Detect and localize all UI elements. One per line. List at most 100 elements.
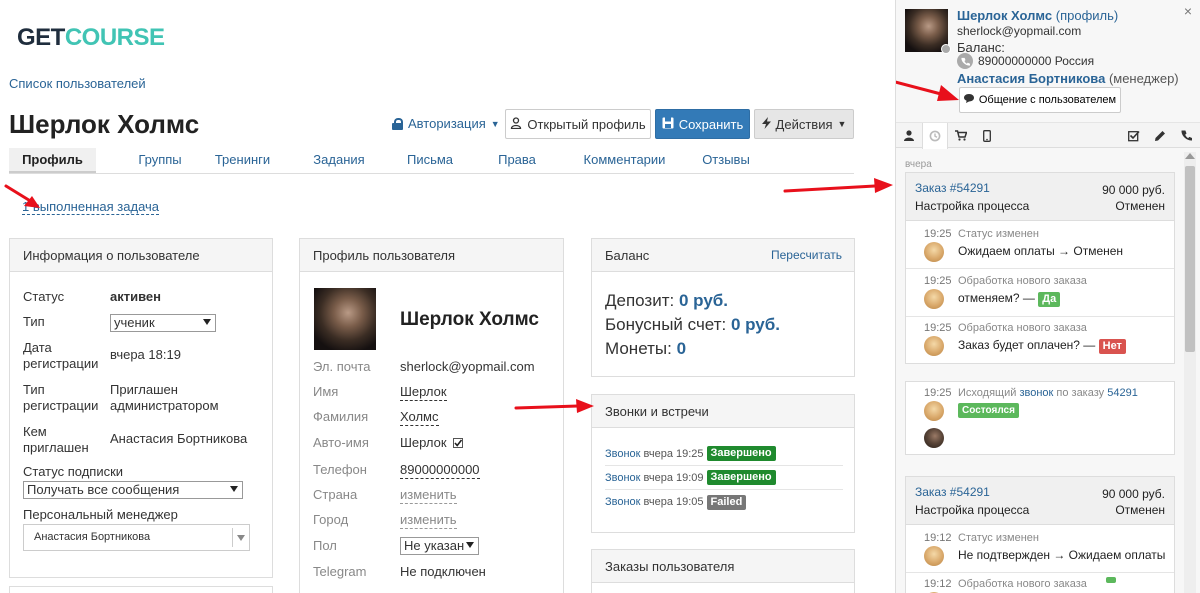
tab-comments[interactable]: Комментарии [576, 148, 673, 173]
call-timeline-card: 19:25 Исходящий звонок по заказу 54291 С… [905, 381, 1175, 455]
call-item: Звонок вчера 19:09 Завершено [605, 466, 843, 490]
user-info-panel: Информация о пользователе Статус активен… [9, 238, 273, 578]
call-link[interactable]: Звонок [605, 472, 641, 484]
call-link[interactable]: Звонок [605, 496, 641, 508]
getcourse-logo[interactable]: GETCOURSE [17, 24, 165, 52]
sidebar-tabs [896, 122, 1200, 149]
sidebar-profile-link[interactable]: (профиль) [1056, 8, 1118, 23]
timeline-event: 19:25 Обработка нового заказа отменяем? … [906, 270, 1174, 317]
sidebar-user-name[interactable]: Шерлок Холмс [957, 8, 1052, 23]
sidebar-tab-device[interactable] [974, 123, 1000, 148]
tab-rights[interactable]: Права [487, 148, 547, 173]
user-avatar [314, 288, 376, 350]
chat-icon [963, 94, 974, 106]
sidebar-scrollbar-thumb[interactable] [1185, 166, 1195, 352]
sidebar-tab-history[interactable] [922, 123, 948, 149]
recalculate-link[interactable]: Пересчитать [771, 239, 842, 272]
tab-groups[interactable]: Группы [115, 148, 205, 173]
answer-badge: Нет [1098, 339, 1126, 354]
calls-panel: Звонки и встречи Звонок вчера 19:25 Заве… [591, 394, 855, 533]
call-status-badge: Состоялся [958, 403, 1019, 418]
open-profile-button[interactable]: Открытый профиль [505, 109, 651, 139]
call-order-link[interactable]: 54291 [1107, 387, 1138, 399]
mobile-icon [983, 129, 991, 142]
status-badge: Failed [706, 494, 747, 510]
city-label: Город [313, 512, 349, 527]
calls-title: Звонки и встречи [592, 395, 854, 428]
phone-field[interactable]: 89000000000 [400, 462, 480, 479]
manager-avatar [924, 242, 944, 262]
subscription-label: Статус подписки [23, 464, 124, 479]
sidebar-tab-calls[interactable] [1173, 123, 1199, 148]
save-button[interactable]: Сохранить [655, 109, 750, 139]
close-sidebar-icon[interactable]: × [1184, 3, 1192, 19]
user-info-title: Информация о пользователе [10, 239, 272, 272]
auto-name-value: Шерлок [400, 435, 447, 450]
first-name-label: Имя [313, 384, 339, 399]
check-icon [453, 439, 462, 447]
call-link[interactable]: звонок [1019, 387, 1053, 399]
last-name-field[interactable]: Холмс [400, 409, 439, 426]
breadcrumb-users-list[interactable]: Список пользователей [9, 76, 146, 91]
tab-profile[interactable]: Профиль [9, 148, 96, 173]
country-change-link[interactable]: изменить [400, 487, 457, 504]
actions-dropdown-button[interactable]: Действия ▼ [754, 109, 854, 139]
manager-avatar [924, 336, 944, 356]
sidebar-manager-name[interactable]: Анастасия Бортникова [957, 71, 1105, 86]
user-icon [510, 116, 522, 132]
order-timeline-card: Заказ #54291 Настройка процесса 90 000 р… [905, 476, 1175, 593]
reg-type-value: Приглашен [110, 382, 178, 397]
first-name-field[interactable]: Шерлок [400, 384, 447, 401]
sidebar-manager-role: (менеджер) [1108, 71, 1179, 86]
tab-trainings[interactable]: Тренинги [205, 148, 280, 173]
answer-badge: Да [1038, 292, 1061, 307]
order-link[interactable]: Заказ #54291 [915, 485, 990, 499]
profile-tabs: Профиль Группы Тренинги Задания Письма П… [9, 148, 854, 174]
type-label: Тип [23, 314, 45, 329]
status-badge: Завершено [706, 470, 776, 485]
reg-date-label: Дата [23, 340, 52, 355]
gender-select[interactable]: Не указан [400, 537, 479, 555]
annotation-arrow-icon [896, 80, 959, 101]
scroll-up-icon[interactable] [1185, 153, 1195, 159]
tab-reviews[interactable]: Отзывы [696, 148, 756, 173]
user-sidebar: Шерлок Холмс (профиль) sherlock@yopmail.… [895, 0, 1200, 593]
auto-name-checkbox[interactable] [452, 437, 463, 448]
sidebar-tab-notes[interactable] [1147, 123, 1173, 148]
tab-tasks[interactable]: Задания [304, 148, 374, 173]
caret-down-icon: ▼ [490, 118, 500, 129]
cart-icon [955, 130, 967, 141]
auth-dropdown[interactable]: Авторизация ▼ [392, 116, 500, 131]
status-label: Статус [23, 289, 65, 304]
call-link[interactable]: Звонок [605, 448, 641, 460]
last-name-label: Фамилия [313, 409, 369, 424]
tab-letters[interactable]: Письма [397, 148, 463, 173]
annotation-arrow-icon [783, 178, 893, 193]
page-title: Шерлок Холмс [9, 109, 200, 139]
balance-title: Баланс [605, 248, 650, 263]
manager-select[interactable]: Анастасия Бортникова [23, 524, 250, 551]
dropdown-arrow-icon [203, 319, 211, 325]
dropdown-arrow-icon [230, 486, 238, 492]
phone-icon [957, 53, 973, 69]
sidebar-tab-tasks[interactable] [1121, 123, 1147, 148]
subscription-select[interactable]: Получать все сообщения [23, 481, 243, 499]
completed-task-link[interactable]: 1 выполненная задача [22, 200, 160, 215]
invited-by-value: Анастасия Бортникова [110, 431, 248, 446]
email-value: sherlock@yopmail.com [400, 359, 535, 374]
user-profile-title: Профиль пользователя [300, 239, 563, 272]
orders-panel: Заказы пользователя [591, 549, 855, 593]
sidebar-tab-orders[interactable] [948, 123, 974, 148]
chat-with-user-button[interactable]: Общение с пользователем [959, 87, 1121, 113]
invited-by-label: Кем [23, 424, 47, 439]
checkbox-icon [1128, 130, 1140, 141]
type-select[interactable]: ученик [110, 314, 216, 332]
telegram-value: Не подключен [400, 564, 486, 579]
user-profile-panel: Профиль пользователя Шерлок Холмс Эл. по… [299, 238, 564, 593]
order-link[interactable]: Заказ #54291 [915, 181, 990, 195]
phone-icon [1181, 130, 1192, 141]
city-change-link[interactable]: изменить [400, 512, 457, 529]
order-timeline-card: Заказ #54291 Настройка процесса 90 000 р… [905, 172, 1175, 364]
sidebar-tab-user[interactable] [896, 123, 922, 148]
offline-status-icon [941, 44, 951, 54]
